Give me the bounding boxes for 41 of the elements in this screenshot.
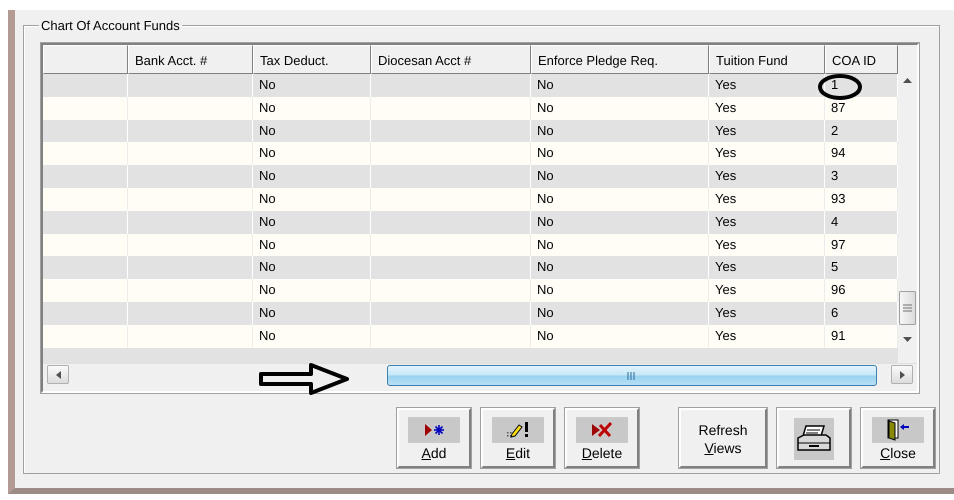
table-row[interactable]: No No Yes 1 — [43, 74, 898, 97]
pencil-icon — [506, 420, 530, 438]
print-button[interactable] — [777, 408, 851, 468]
annotation-circle — [817, 73, 863, 101]
table-row[interactable]: No No Yes 3 — [43, 165, 898, 188]
scroll-down-icon[interactable] — [903, 337, 912, 343]
table-row[interactable]: No No Yes 6 — [43, 302, 898, 325]
exit-door-icon — [886, 418, 910, 440]
table-row[interactable]: No No Yes 97 — [43, 234, 898, 256]
scroll-up-icon[interactable] — [903, 78, 912, 84]
close-button[interactable]: Close — [861, 408, 935, 468]
delete-icon — [590, 420, 614, 438]
vertical-scroll-thumb[interactable] — [899, 291, 916, 325]
table-row[interactable]: No No Yes 91 — [43, 324, 898, 348]
table-row[interactable]: No No Yes 87 — [43, 96, 898, 120]
refresh-button[interactable]: Refresh Views — [679, 408, 767, 468]
table-row[interactable]: No No Yes 5 — [43, 256, 898, 280]
table-row[interactable]: No No Yes 96 — [43, 279, 898, 302]
delete-button[interactable]: Delete — [565, 408, 639, 468]
left-arrow-icon — [56, 370, 60, 378]
table-row[interactable]: No No Yes 2 — [43, 120, 898, 142]
add-button[interactable]: Add — [397, 408, 471, 468]
column-header[interactable]: Enforce Pledge Req. — [531, 45, 709, 74]
printer-icon — [796, 424, 832, 454]
column-header[interactable]: COA ID — [825, 45, 898, 74]
column-header[interactable]: Bank Acct. # — [128, 45, 253, 74]
scroll-right-button[interactable] — [891, 365, 913, 384]
table-row[interactable]: No No Yes 4 — [43, 210, 898, 234]
column-header[interactable]: Tax Deduct. — [253, 45, 371, 74]
grip-icon — [903, 304, 912, 312]
table-row[interactable]: No No Yes 94 — [43, 142, 898, 166]
edit-button[interactable]: Edit — [481, 408, 555, 468]
group-title: Chart Of Account Funds — [40, 18, 181, 33]
column-header[interactable]: Tuition Fund — [709, 45, 825, 74]
right-arrow-icon — [900, 370, 904, 378]
add-icon — [423, 422, 445, 436]
scroll-left-button[interactable] — [47, 365, 69, 384]
table-row[interactable]: No No Yes 93 — [43, 188, 898, 211]
horizontal-scroll-thumb[interactable] — [387, 365, 877, 386]
grip-icon — [627, 372, 637, 380]
column-header[interactable]: Diocesan Acct # — [371, 45, 531, 74]
